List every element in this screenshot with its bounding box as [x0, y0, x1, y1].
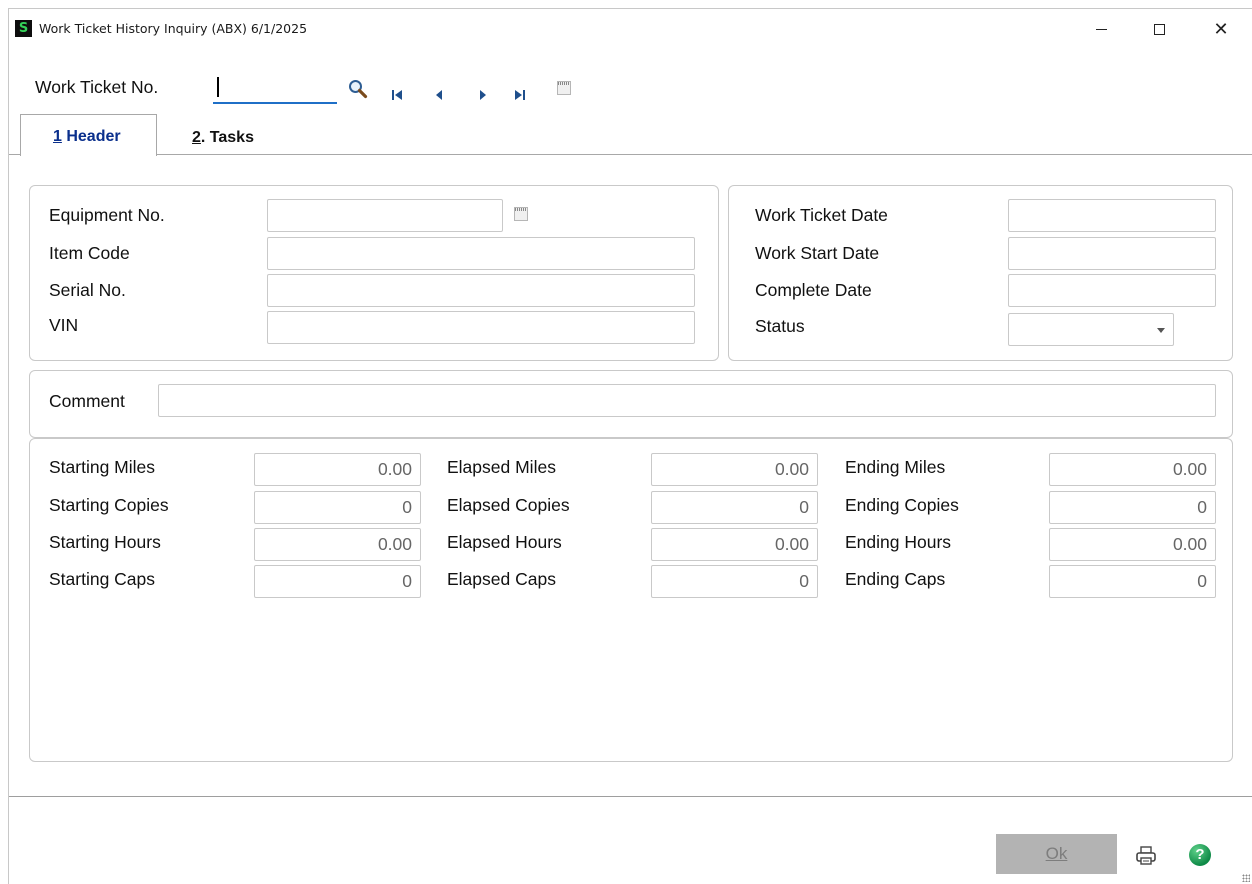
- footer-divider: [9, 796, 1252, 797]
- title-bar: S Work Ticket History Inquiry (ABX) 6/1/…: [9, 9, 1252, 49]
- dropdown-arrow-icon: [1157, 328, 1165, 333]
- ending-caps-field[interactable]: 0: [1049, 565, 1216, 598]
- ending-hours-field[interactable]: 0.00: [1049, 528, 1216, 561]
- elapsed-copies-field[interactable]: 0: [651, 491, 818, 524]
- starting-copies-field[interactable]: 0: [254, 491, 421, 524]
- item-code-label: Item Code: [49, 243, 130, 263]
- maximize-icon: [1153, 23, 1165, 35]
- ending-hours-label: Ending Hours: [845, 532, 952, 552]
- help-icon[interactable]: ?: [1189, 844, 1211, 866]
- window-title: Work Ticket History Inquiry (ABX) 6/1/20…: [39, 21, 308, 36]
- tab-strip-border: [9, 154, 1252, 155]
- elapsed-miles-field[interactable]: 0.00: [651, 453, 818, 486]
- equipment-notes-icon[interactable]: [514, 207, 528, 221]
- status-label: Status: [755, 316, 805, 336]
- ending-miles-label: Ending Miles: [845, 457, 946, 477]
- work-ticket-history-window: S Work Ticket History Inquiry (ABX) 6/1/…: [8, 8, 1252, 884]
- comment-label: Comment: [49, 391, 125, 411]
- work-ticket-date-label: Work Ticket Date: [755, 205, 888, 225]
- ending-copies-field[interactable]: 0: [1049, 491, 1216, 524]
- close-icon: ✕: [1213, 18, 1229, 40]
- work-start-date-label: Work Start Date: [755, 243, 880, 263]
- starting-hours-label: Starting Hours: [49, 532, 161, 552]
- comment-field[interactable]: [158, 384, 1216, 417]
- serial-no-field[interactable]: [267, 274, 695, 307]
- work-ticket-date-field[interactable]: [1008, 199, 1216, 232]
- resize-grip-icon[interactable]: [1242, 874, 1250, 882]
- starting-caps-label: Starting Caps: [49, 569, 156, 589]
- search-icon[interactable]: [348, 79, 368, 99]
- starting-miles-field[interactable]: 0.00: [254, 453, 421, 486]
- complete-date-field[interactable]: [1008, 274, 1216, 307]
- next-record-icon[interactable]: [478, 88, 488, 106]
- equipment-no-label: Equipment No.: [49, 205, 165, 225]
- elapsed-hours-field[interactable]: 0.00: [651, 528, 818, 561]
- close-button[interactable]: ✕: [1199, 9, 1243, 49]
- work-ticket-no-label: Work Ticket No.: [35, 77, 159, 97]
- elapsed-caps-field[interactable]: 0: [651, 565, 818, 598]
- equipment-no-field[interactable]: [267, 199, 503, 232]
- starting-miles-label: Starting Miles: [49, 457, 156, 477]
- item-code-field[interactable]: [267, 237, 695, 270]
- elapsed-caps-label: Elapsed Caps: [447, 569, 556, 589]
- work-ticket-no-input[interactable]: [213, 71, 337, 104]
- tab-tasks[interactable]: 2. Tasks: [192, 129, 254, 147]
- complete-date-label: Complete Date: [755, 280, 872, 300]
- previous-record-icon[interactable]: [434, 88, 444, 106]
- elapsed-miles-label: Elapsed Miles: [447, 457, 556, 477]
- starting-caps-field[interactable]: 0: [254, 565, 421, 598]
- printer-icon[interactable]: [1135, 845, 1157, 867]
- elapsed-hours-label: Elapsed Hours: [447, 532, 562, 552]
- ending-caps-label: Ending Caps: [845, 569, 946, 589]
- last-record-icon[interactable]: [514, 88, 526, 106]
- meters-panel: [29, 438, 1233, 762]
- notes-icon[interactable]: [557, 81, 571, 95]
- ending-copies-label: Ending Copies: [845, 495, 959, 515]
- starting-copies-label: Starting Copies: [49, 495, 169, 515]
- app-icon: S: [15, 20, 32, 37]
- first-record-icon[interactable]: [391, 88, 403, 106]
- starting-hours-field[interactable]: 0.00: [254, 528, 421, 561]
- minimize-icon: [1095, 28, 1107, 30]
- status-select[interactable]: [1008, 313, 1174, 346]
- maximize-button[interactable]: [1137, 9, 1181, 49]
- tab-header[interactable]: 1 Header: [20, 114, 157, 156]
- ok-button[interactable]: Ok: [996, 834, 1117, 874]
- vin-label: VIN: [49, 315, 79, 335]
- ending-miles-field[interactable]: 0.00: [1049, 453, 1216, 486]
- work-start-date-field[interactable]: [1008, 237, 1216, 270]
- text-caret: [217, 77, 219, 97]
- vin-field[interactable]: [267, 311, 695, 344]
- serial-no-label: Serial No.: [49, 280, 126, 300]
- tab-header-label: 1 Header: [53, 128, 121, 145]
- minimize-button[interactable]: [1079, 9, 1123, 49]
- elapsed-copies-label: Elapsed Copies: [447, 495, 570, 515]
